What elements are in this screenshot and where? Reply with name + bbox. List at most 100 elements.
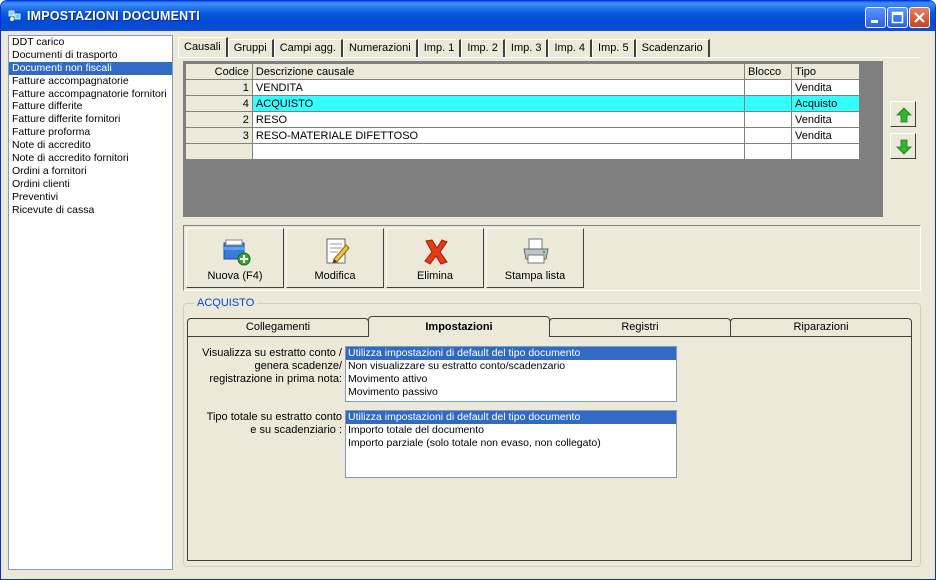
edit-document-icon — [326, 238, 350, 264]
edit-button-label: Modifica — [314, 270, 356, 282]
list-item[interactable]: Fatture differite — [9, 100, 172, 113]
arrow-up-icon — [896, 107, 912, 123]
list-item[interactable]: Fatture accompagnatorie — [9, 75, 172, 88]
move-up-button[interactable] — [890, 101, 916, 127]
grid-header-row: Codice Descrizione causale Blocco Tipo — [185, 63, 860, 80]
close-button[interactable] — [909, 7, 930, 28]
list-item[interactable]: Fatture proforma — [9, 126, 172, 139]
listbox-option[interactable]: Non visualizzare su estratto conto/scade… — [346, 360, 676, 373]
extract-account-listbox[interactable]: Utilizza impostazioni di default del tip… — [345, 346, 677, 402]
column-header[interactable]: Tipo — [791, 63, 860, 80]
causali-grid-panel: Codice Descrizione causale Blocco Tipo 1 VEND… — [183, 61, 883, 217]
tab-causali[interactable]: Causali — [178, 37, 228, 57]
window-title: IMPOSTAZIONI DOCUMENTI — [27, 9, 200, 23]
new-button-label: Nuova (F4) — [207, 270, 263, 282]
listbox-option[interactable]: Importo totale del documento — [346, 424, 676, 437]
table-cell[interactable] — [744, 127, 793, 144]
table-cell[interactable]: RESO-MATERIALE DIFETTOSO — [251, 127, 746, 144]
listbox-option[interactable]: Movimento attivo — [346, 373, 676, 386]
tab-riparazioni[interactable]: Riparazioni — [730, 318, 912, 337]
table-cell[interactable] — [185, 143, 253, 160]
list-item[interactable]: Fatture differite fornitori — [9, 113, 172, 126]
tab-impostazioni[interactable]: Impostazioni — [368, 316, 550, 337]
table-row[interactable]: 2 RESO Vendita — [185, 111, 860, 128]
tab-gruppi[interactable]: Gruppi — [227, 39, 274, 57]
table-cell[interactable]: 2 — [185, 111, 253, 128]
tab-numerazioni[interactable]: Numerazioni — [342, 39, 418, 57]
maximize-button[interactable] — [887, 7, 908, 28]
table-cell[interactable]: Vendita — [791, 111, 860, 128]
close-icon — [914, 12, 925, 23]
table-cell[interactable]: ACQUISTO — [251, 95, 746, 112]
table-cell[interactable] — [744, 79, 793, 96]
tab-imp-4[interactable]: Imp. 4 — [548, 39, 593, 57]
list-item[interactable]: Documenti non fiscali — [9, 61, 172, 75]
table-cell[interactable] — [744, 95, 793, 112]
field-label-line: e su scadenziario : — [250, 424, 342, 436]
tab-collegamenti[interactable]: Collegamenti — [187, 318, 369, 337]
list-item[interactable]: Fatture accompagnatorie fornitori — [9, 88, 172, 101]
list-item[interactable]: Ordini a fornitori — [9, 165, 172, 178]
list-item[interactable]: DDT carico — [9, 36, 172, 49]
table-cell[interactable] — [744, 143, 793, 160]
table-cell[interactable]: 4 — [185, 95, 253, 112]
listbox-option[interactable]: Movimento passivo — [346, 386, 676, 399]
arrow-down-icon — [896, 139, 912, 155]
table-cell[interactable]: 1 — [185, 79, 253, 96]
tab-imp-3[interactable]: Imp. 3 — [504, 39, 549, 57]
tab-registri[interactable]: Registri — [549, 318, 731, 337]
field-label-line: Visualizza su estratto conto / — [202, 347, 342, 359]
list-item[interactable]: Note di accredito fornitori — [9, 152, 172, 165]
causali-grid[interactable]: Codice Descrizione causale Blocco Tipo 1 VEND… — [185, 63, 860, 160]
edit-button[interactable]: Modifica — [286, 228, 384, 288]
extract-account-label: Visualizza su estratto conto / genera sca… — [192, 347, 342, 386]
column-header[interactable]: Codice — [185, 63, 253, 80]
column-header[interactable]: Blocco — [744, 63, 793, 80]
table-row[interactable]: 3 RESO-MATERIALE DIFETTOSO Vendita — [185, 127, 860, 144]
tab-campi-agg-[interactable]: Campi agg. — [273, 39, 343, 57]
table-row[interactable]: 4 ACQUISTO Acquisto — [185, 95, 860, 112]
table-cell[interactable]: RESO — [251, 111, 746, 128]
table-cell[interactable]: Vendita — [791, 127, 860, 144]
new-document-icon — [223, 239, 251, 266]
tab-scadenzario[interactable]: Scadenzario — [635, 39, 710, 57]
total-type-label: Tipo totale su estratto conto e su scaden… — [192, 411, 342, 437]
table-cell[interactable]: Vendita — [791, 79, 860, 96]
title-bar[interactable]: IMPOSTAZIONI DOCUMENTI — [1, 1, 935, 31]
listbox-option[interactable]: Utilizza impostazioni di default del tip… — [346, 411, 676, 424]
listbox-option[interactable]: Importo parziale (solo totale non evaso,… — [346, 437, 676, 450]
table-cell[interactable] — [791, 143, 860, 160]
tab-imp-5[interactable]: Imp. 5 — [592, 39, 636, 57]
print-list-button[interactable]: Stampa lista — [486, 228, 584, 288]
list-item[interactable]: Ordini clienti — [9, 178, 172, 191]
total-type-listbox[interactable]: Utilizza impostazioni di default del tip… — [345, 410, 677, 478]
impostazioni-tab-content: Visualizza su estratto conto / genera sca… — [187, 336, 912, 561]
minimize-button[interactable] — [865, 7, 886, 28]
list-item[interactable]: Preventivi — [9, 191, 172, 204]
list-item[interactable]: Note di accredito — [9, 139, 172, 152]
groupbox-title: ACQUISTO — [194, 297, 258, 309]
printer-icon — [523, 238, 549, 264]
list-item[interactable]: Documenti di trasporto — [9, 49, 172, 62]
listbox-option[interactable]: Utilizza impostazioni di default del tip… — [346, 347, 676, 360]
list-item[interactable]: Ricevute di cassa — [9, 204, 172, 217]
delete-button-label: Elimina — [416, 270, 454, 282]
table-cell[interactable]: Acquisto — [791, 95, 860, 112]
table-cell[interactable] — [744, 111, 793, 128]
table-cell[interactable]: VENDITA — [251, 79, 746, 96]
field-label-line: genera scadenze/ — [254, 360, 342, 372]
detail-tab-strip: Collegamenti Impostazioni Registri Riparazi… — [187, 316, 912, 337]
table-row[interactable]: 1 VENDITA Vendita — [185, 79, 860, 96]
tab-imp-2[interactable]: Imp. 2 — [461, 39, 505, 57]
table-row[interactable] — [185, 143, 860, 160]
client-area: DDT carico Documenti di trasporto Document… — [4, 31, 932, 577]
table-cell[interactable] — [251, 143, 746, 160]
table-cell[interactable]: 3 — [185, 127, 253, 144]
minimize-icon — [871, 20, 878, 23]
document-type-list[interactable]: DDT carico Documenti di trasporto Document… — [8, 35, 173, 570]
column-header[interactable]: Descrizione causale — [251, 63, 746, 80]
new-button[interactable]: Nuova (F4) — [186, 228, 284, 288]
delete-button[interactable]: Elimina — [386, 228, 484, 288]
tab-imp-1[interactable]: Imp. 1 — [417, 39, 462, 57]
move-down-button[interactable] — [890, 133, 916, 159]
